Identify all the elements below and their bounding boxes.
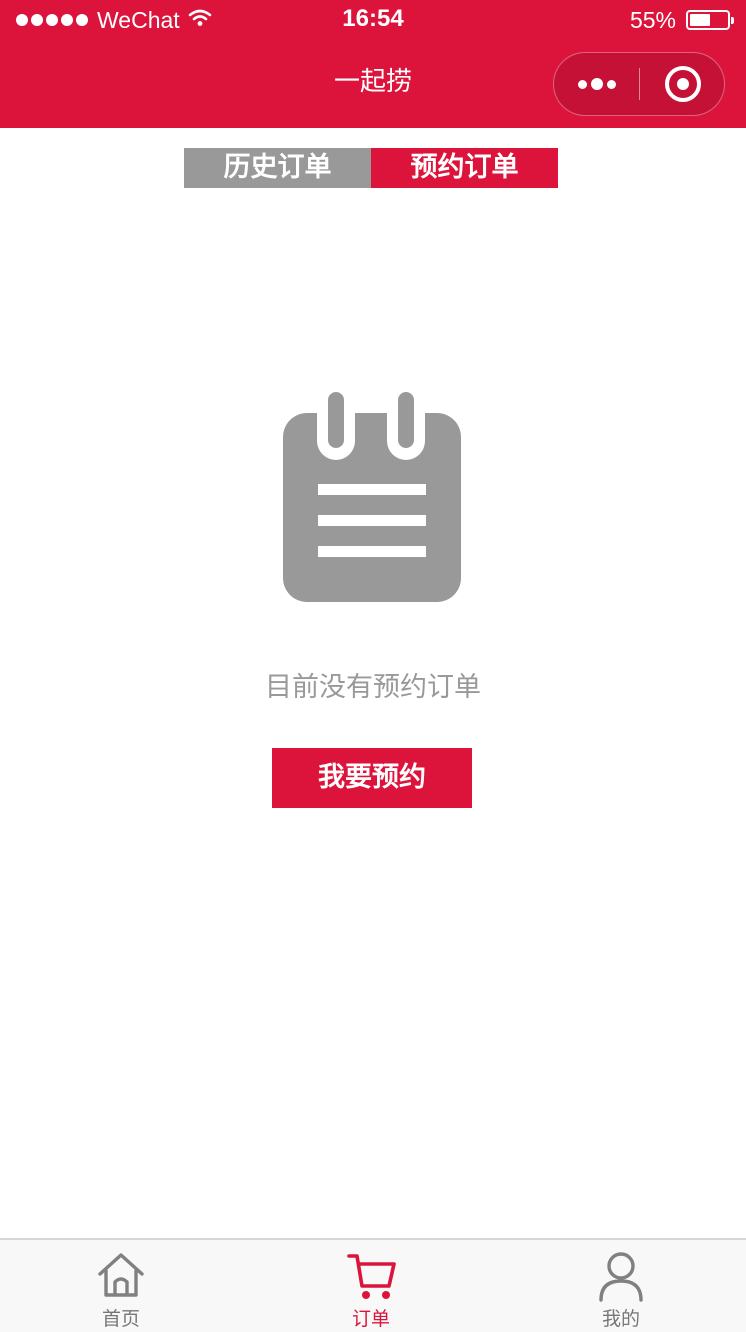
notepad-icon [283, 392, 461, 602]
home-icon [98, 1253, 144, 1297]
battery-icon [686, 10, 734, 30]
tabbar-label-home: 首页 [101, 1308, 140, 1330]
cart-icon [347, 1254, 396, 1299]
tabbar-item-profile[interactable]: 我的 [561, 1240, 681, 1332]
tabbar-item-home[interactable]: 首页 [61, 1240, 181, 1332]
user-icon [599, 1252, 643, 1302]
tabbar-label-profile: 我的 [601, 1308, 640, 1330]
battery-percent: 55% [629, 6, 676, 33]
order-tabs: 历史订单 预约订单 [184, 148, 558, 188]
app-header: WeChat 16:54 55% 一起捞 [0, 0, 746, 128]
tabbar-item-orders[interactable]: 订单 [311, 1240, 431, 1332]
tab-history-orders[interactable]: 历史订单 [184, 148, 371, 188]
close-circle-icon[interactable] [640, 53, 725, 115]
make-reservation-button[interactable]: 我要预约 [272, 748, 472, 808]
empty-message: 目前没有预约订单 [265, 672, 481, 703]
status-bar-right: 55% [629, 6, 734, 34]
mini-program-capsule [553, 52, 725, 116]
status-bar: WeChat 16:54 55% [0, 0, 746, 40]
bottom-tab-bar: 首页 订单 我的 [0, 1238, 746, 1332]
more-dots-icon[interactable] [554, 53, 639, 115]
tabbar-label-orders: 订单 [351, 1308, 390, 1330]
tab-reserved-orders[interactable]: 预约订单 [371, 148, 558, 188]
